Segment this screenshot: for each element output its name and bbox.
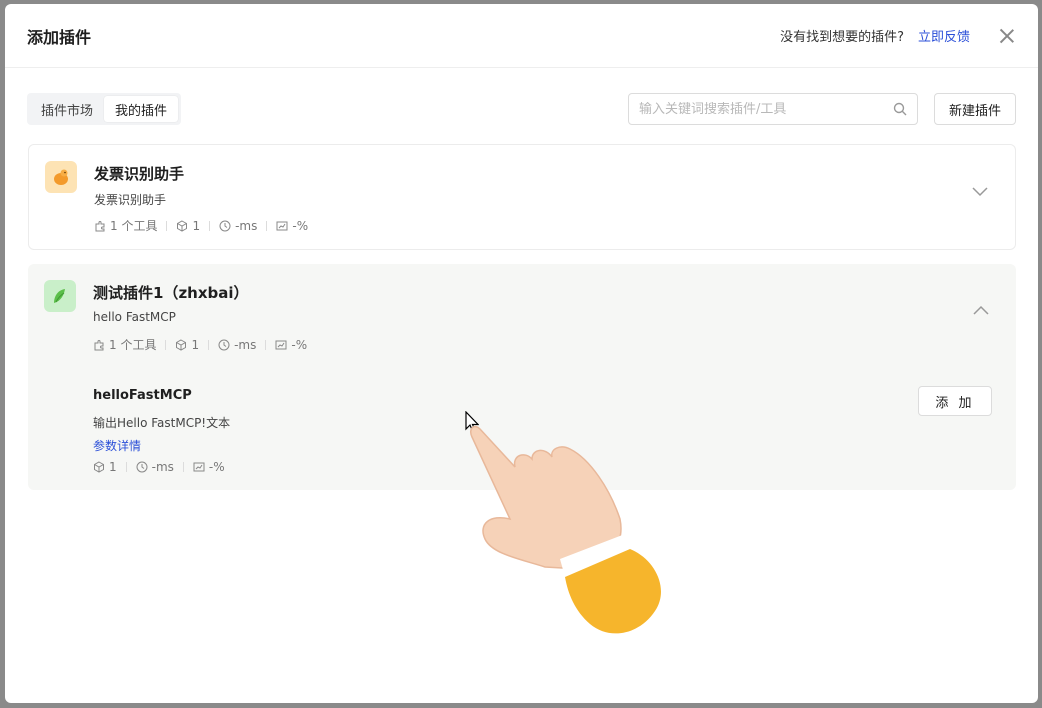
- divider: [166, 220, 168, 231]
- clock-icon: [219, 220, 231, 231]
- plugin-description: 发票识别助手: [94, 193, 167, 207]
- feedback-link[interactable]: 立即反馈: [918, 26, 970, 45]
- search-field[interactable]: [627, 93, 918, 125]
- tool-description: 输出Hello FastMCP!文本: [93, 416, 231, 430]
- search-icon[interactable]: [893, 102, 907, 116]
- close-icon[interactable]: [998, 27, 1016, 45]
- clock-icon: [136, 461, 148, 473]
- dialog-header: 添加插件 没有找到想要的插件? 立即反馈: [5, 4, 1038, 68]
- tool-meta: 1 -ms -%: [93, 460, 225, 474]
- search-input[interactable]: [638, 101, 893, 117]
- dialog-title: 添加插件: [27, 27, 92, 47]
- divider: [265, 339, 267, 350]
- usage-count: 1: [93, 460, 117, 474]
- plugin-name: 发票识别助手: [94, 165, 185, 183]
- latency: -ms: [218, 338, 256, 352]
- toolbar: 插件市场 我的插件 新建插件: [27, 92, 1016, 126]
- divider: [165, 339, 167, 350]
- success-rate: -%: [193, 460, 225, 474]
- green-bird-icon: [44, 280, 76, 312]
- clock-icon: [218, 339, 230, 350]
- chart-card-icon: [275, 340, 287, 349]
- divider: [208, 339, 210, 350]
- chevron-down-icon[interactable]: [971, 185, 989, 197]
- pointing-hand-icon: [469, 425, 661, 634]
- divider: [125, 462, 127, 472]
- cube-icon: [177, 219, 188, 232]
- tab-my-plugins[interactable]: 我的插件: [104, 96, 179, 122]
- new-plugin-button[interactable]: 新建插件: [933, 93, 1016, 125]
- cube-icon: [94, 461, 104, 473]
- plugin-description: hello FastMCP: [93, 310, 176, 324]
- plugin-name: 测试插件1（zhxbai）: [93, 284, 249, 302]
- tools-count: 1 个工具: [94, 217, 157, 234]
- plugin-meta: 1 个工具 1 -ms -%: [94, 217, 308, 234]
- plugin-meta: 1 个工具 1 -ms -%: [93, 336, 307, 353]
- puzzle-icon: [95, 220, 105, 231]
- divider: [182, 462, 184, 472]
- plugin-card[interactable]: 发票识别助手 发票识别助手 1 个工具 1 -ms -%: [28, 144, 1016, 250]
- chart-card-icon: [193, 462, 205, 472]
- tab-switcher: 插件市场 我的插件: [27, 93, 182, 125]
- success-rate: -%: [275, 338, 307, 352]
- puzzle-icon: [94, 339, 104, 350]
- cube-icon: [176, 338, 187, 351]
- usage-count: 1: [176, 219, 200, 233]
- tab-plugin-market[interactable]: 插件市场: [30, 96, 104, 122]
- tool-name: helloFastMCP: [93, 388, 192, 403]
- chart-card-icon: [276, 221, 288, 230]
- chevron-up-icon[interactable]: [972, 304, 990, 316]
- add-plugin-dialog: 添加插件 没有找到想要的插件? 立即反馈 插件市场 我的插件 新建插件 发票识别…: [5, 4, 1038, 703]
- feedback-hint: 没有找到想要的插件?: [780, 30, 904, 45]
- divider: [266, 220, 268, 231]
- usage-count: 1: [175, 338, 199, 352]
- latency: -ms: [219, 219, 257, 233]
- header-actions: 没有找到想要的插件? 立即反馈: [780, 26, 1016, 45]
- latency: -ms: [136, 460, 174, 474]
- add-tool-button[interactable]: 添 加: [918, 386, 992, 416]
- param-details-link[interactable]: 参数详情: [93, 437, 141, 454]
- divider: [209, 220, 211, 231]
- orange-duck-icon: [45, 161, 77, 193]
- success-rate: -%: [276, 219, 308, 233]
- tools-count: 1 个工具: [93, 336, 156, 353]
